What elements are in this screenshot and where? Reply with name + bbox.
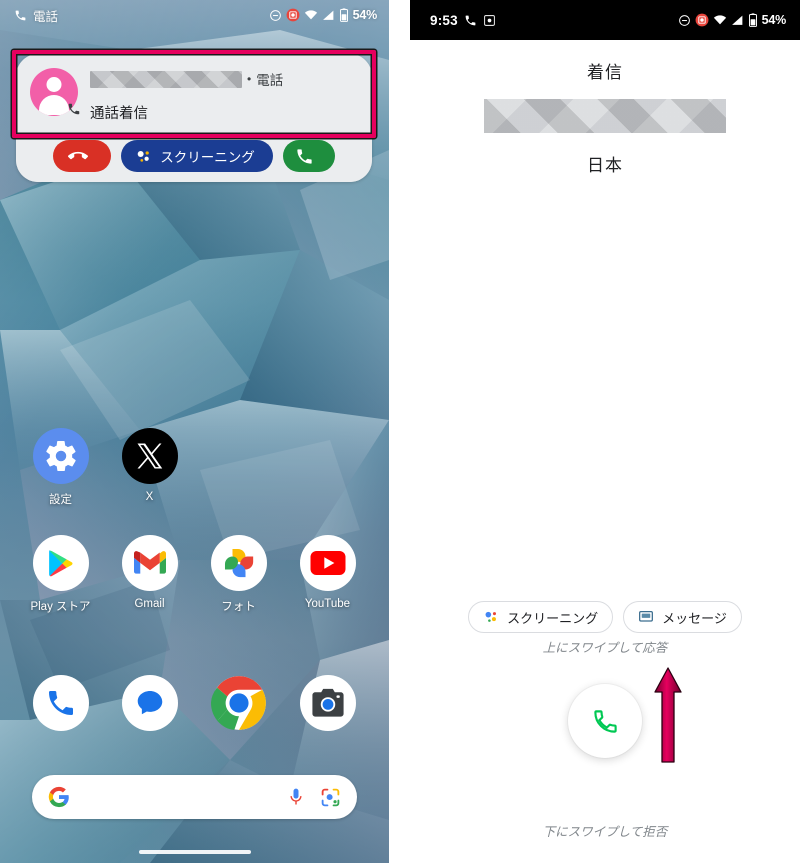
app-label: Gmail [134,598,165,610]
app-youtube[interactable]: YouTube [283,535,372,614]
do-not-disturb-icon [269,9,281,21]
call-end-icon [68,151,89,160]
left-status-bar: 電話 54% [0,0,389,30]
battery-percent-label: 54% [352,8,378,22]
incoming-call-notification[interactable]: • 電話 通話着信 スクリーニング [16,54,372,182]
youtube-icon [299,535,356,591]
message-button[interactable]: メッセージ [623,601,742,633]
app-photos[interactable]: フォト [194,535,283,614]
right-phone-screen: 9:53 54% 着信 日本 スクリーニング メッセージ 上にスワイプして応答 … [410,0,800,863]
battery-icon [748,13,757,27]
home-app-grid: 設定 X Play ストア Gmail フォト YouTube [0,428,389,614]
up-arrow-annotation [654,667,682,763]
search-input[interactable] [78,789,278,805]
screen-record-icon [286,8,299,22]
status-bar-right-cluster: 54% [678,13,786,27]
google-lens-icon[interactable] [320,787,341,808]
messages-app-icon [121,675,178,731]
app-x[interactable]: X [105,428,194,507]
wifi-icon [304,10,317,20]
right-status-bar: 9:53 54% [410,0,800,40]
screen-record-icon [483,14,495,26]
status-bar-left-cluster: 電話 [14,6,58,25]
phone-icon [593,709,617,733]
settings-gear-icon [32,428,89,484]
message-bubble-icon [639,611,654,622]
call-state-label: 着信 [587,63,623,82]
caller-name-redacted [90,70,242,88]
google-assistant-icon [137,150,150,162]
caller-name-redacted [484,99,726,133]
screenshot-root: 電話 54% • 電話 通話着信 スクリーニング 設定 X Play ストア G… [0,0,800,863]
status-bar-left-cluster: 9:53 [430,13,496,28]
app-label: YouTube [304,598,351,610]
notification-body: • 電話 通話着信 [16,54,372,134]
notification-title: 通話着信 [90,106,148,122]
notification-app-name: 電話 [256,73,284,88]
phone-icon [465,15,476,25]
google-assistant-icon [485,611,497,622]
dock-chrome[interactable] [194,675,283,731]
dock-camera[interactable] [283,675,372,731]
app-gmail[interactable]: Gmail [105,535,194,614]
caller-country-label: 日本 [587,156,623,175]
status-app-label: 電話 [33,9,59,24]
screening-label: スクリーニング [160,150,255,165]
phone-icon [297,148,312,164]
home-gesture-bar[interactable] [138,850,251,854]
google-g-icon [48,786,69,808]
chrome-icon [210,675,267,731]
battery-icon [339,8,348,22]
cellular-signal-icon [731,15,742,25]
home-dock [0,675,389,731]
screening-button[interactable]: スクリーニング [468,601,614,633]
x-app-icon [121,428,178,484]
swipe-up-hint: 上にスワイプして応答 [542,641,668,655]
answer-call-button[interactable] [282,140,335,172]
decline-call-button[interactable] [53,140,112,172]
app-row-1: 設定 X [0,428,389,507]
phone-icon [15,10,26,20]
incoming-call-header: 着信 日本 [410,58,800,176]
app-settings[interactable]: 設定 [16,428,105,507]
screening-label: スクリーニング [507,610,599,626]
notification-header-line: • 電話 [90,68,358,90]
avatar [30,68,80,116]
app-label: フォト [221,601,256,613]
dock-phone[interactable] [16,675,105,731]
google-photos-icon [210,535,267,591]
status-bar-right-cluster: 54% [269,8,377,22]
cellular-signal-icon [322,10,333,20]
status-clock: 9:53 [430,12,458,28]
avatar-phone-badge [66,101,82,117]
camera-app-icon [299,675,356,731]
phone-icon [68,103,80,115]
wifi-icon [713,15,726,25]
google-search-bar[interactable] [32,775,357,819]
app-label: X [145,491,154,503]
swipe-down-hint: 下にスワイプして拒否 [542,825,668,839]
gmail-icon [121,535,178,591]
message-label: メッセージ [662,610,727,626]
app-row-2: Play ストア Gmail フォト YouTube [0,535,389,614]
app-play-store[interactable]: Play ストア [16,535,105,614]
recording-active-icon [695,13,708,27]
notification-text-block: • 電話 通話着信 [90,66,358,123]
do-not-disturb-icon [678,14,690,26]
call-quick-actions: スクリーニング メッセージ [410,601,800,633]
google-play-icon [32,535,89,591]
battery-percent-label: 54% [761,13,787,27]
app-label: Play ストア [30,601,91,613]
dock-messages[interactable] [105,675,194,731]
notification-action-row: スクリーニング [16,134,372,182]
screening-button[interactable]: スクリーニング [121,140,273,172]
phone-app-icon [32,675,89,731]
separator-dot: • [247,72,252,86]
app-label: 設定 [49,494,72,506]
answer-call-button[interactable] [568,684,642,758]
left-phone-screen: 電話 54% • 電話 通話着信 スクリーニング 設定 X Play ストア G… [0,0,389,863]
microphone-icon[interactable] [286,787,306,807]
